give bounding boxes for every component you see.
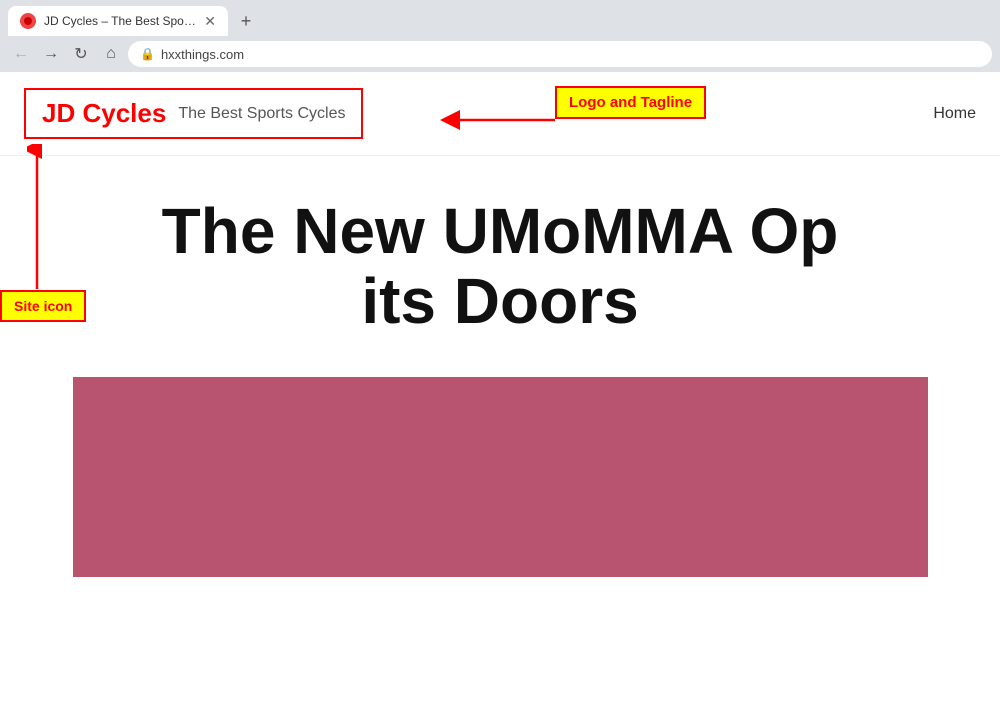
main-content: The New UMoMMA Op its Doors xyxy=(0,156,1000,577)
back-button[interactable]: ← xyxy=(8,41,34,67)
page-content: JD Cycles The Best Sports Cycles Logo an… xyxy=(0,72,1000,577)
main-heading: The New UMoMMA Op its Doors xyxy=(50,196,950,337)
logo-area: JD Cycles The Best Sports Cycles xyxy=(24,88,363,139)
logo-arrow xyxy=(440,110,560,135)
tab-title: JD Cycles – The Best Sports Cycle xyxy=(44,14,196,28)
site-header: JD Cycles The Best Sports Cycles Logo an… xyxy=(0,72,1000,156)
site-logo: JD Cycles xyxy=(42,98,166,129)
tab-close-button[interactable]: ✕ xyxy=(204,13,216,30)
site-icon-arrow xyxy=(27,144,47,297)
logo-tagline-annotation: Logo and Tagline xyxy=(555,86,706,119)
active-tab[interactable]: JD Cycles – The Best Sports Cycle ✕ xyxy=(8,6,228,36)
tab-bar: JD Cycles – The Best Sports Cycle ✕ + xyxy=(0,0,1000,36)
address-bar[interactable]: 🔒 hxxthings.com xyxy=(128,41,992,67)
site-tagline: The Best Sports Cycles xyxy=(178,105,345,123)
forward-button[interactable]: → xyxy=(38,41,64,67)
lock-icon: 🔒 xyxy=(140,47,155,61)
heading-line2: its Doors xyxy=(361,265,638,337)
hero-image xyxy=(73,377,928,577)
tab-favicon xyxy=(20,13,36,29)
home-nav-link[interactable]: Home xyxy=(933,105,976,123)
new-tab-button[interactable]: + xyxy=(232,7,260,35)
home-button[interactable]: ⌂ xyxy=(98,41,124,67)
heading-line1: The New UMoMMA Op xyxy=(162,195,839,267)
address-bar-row: ← → ↻ ⌂ 🔒 hxxthings.com xyxy=(0,36,1000,72)
reload-button[interactable]: ↻ xyxy=(68,41,94,67)
url-display: hxxthings.com xyxy=(161,47,244,62)
browser-chrome: JD Cycles – The Best Sports Cycle ✕ + ← … xyxy=(0,0,1000,72)
